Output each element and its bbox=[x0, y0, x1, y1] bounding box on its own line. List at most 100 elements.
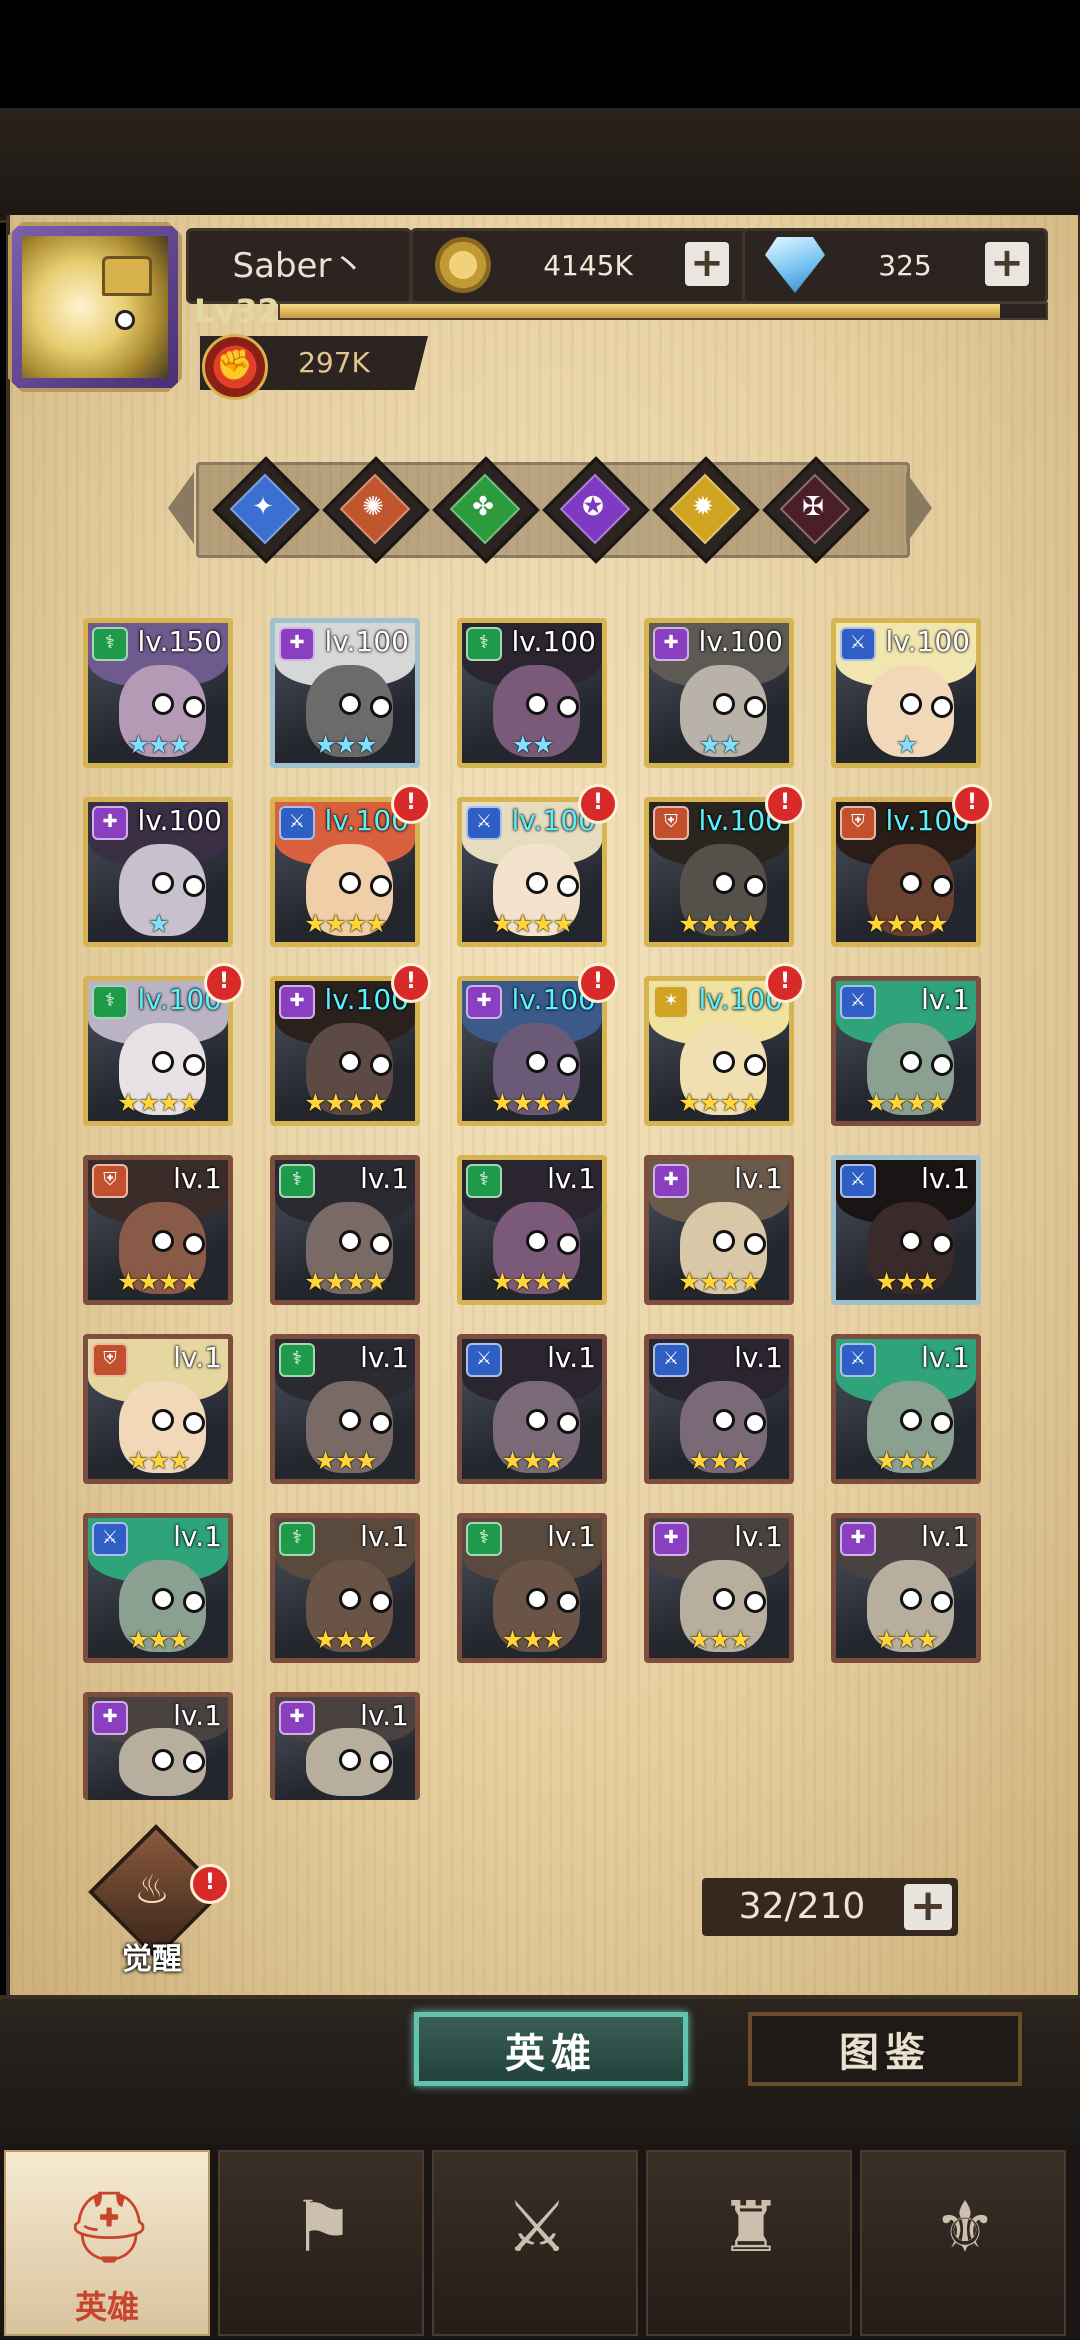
hero-class-icon: ✚ bbox=[653, 1522, 689, 1556]
tab-heroes[interactable]: 英雄 bbox=[414, 2012, 688, 2086]
hero-card[interactable]: ✚ lv.1 ★★★★ bbox=[644, 1155, 794, 1305]
hero-card[interactable]: ✚ lv.1 bbox=[83, 1692, 233, 1800]
hero-class-icon: ✚ bbox=[653, 1164, 689, 1198]
diamond-icon bbox=[765, 237, 825, 293]
ship-wheel-flag-icon: ⚑ bbox=[291, 2186, 355, 2268]
hero-eye bbox=[931, 1590, 954, 1613]
hero-card[interactable]: ✚ lv.1 ★★★ bbox=[644, 1513, 794, 1663]
hero-eye bbox=[557, 874, 580, 897]
nav-battle[interactable]: ⚔ bbox=[432, 2150, 638, 2336]
hero-class-icon: ✚ bbox=[840, 1522, 876, 1556]
hero-class-icon: ✚ bbox=[466, 985, 502, 1019]
expand-capacity-button[interactable]: + bbox=[904, 1884, 952, 1930]
hero-card[interactable]: ⛨ lv.100 ★★★★! bbox=[831, 784, 992, 947]
xp-bar bbox=[278, 302, 1048, 320]
hero-card[interactable]: ⚕ lv.1 ★★★ bbox=[270, 1334, 420, 1484]
hero-level: lv.1 bbox=[734, 1341, 783, 1374]
hero-stars: ★★★★ bbox=[117, 1088, 201, 1117]
hero-card[interactable]: ⛨ lv.1 ★★★★ bbox=[83, 1155, 233, 1305]
nav-adventure[interactable]: ⚑ bbox=[218, 2150, 424, 2336]
hero-class-icon: ⚔ bbox=[840, 1164, 876, 1198]
hero-card[interactable]: ⚕ lv.100 ★★★★! bbox=[83, 963, 244, 1126]
hero-eye bbox=[744, 1411, 767, 1434]
hero-class-icon: ⚕ bbox=[92, 985, 128, 1019]
hero-card[interactable]: ⚔ lv.100 ★ bbox=[831, 618, 981, 768]
add-gold-button[interactable]: + bbox=[685, 242, 729, 286]
hero-card[interactable]: ✚ lv.100 ★★★ bbox=[270, 618, 420, 768]
hero-class-icon: ⛨ bbox=[840, 806, 876, 840]
hero-card[interactable]: ⚔ lv.1 ★★★ bbox=[831, 1334, 981, 1484]
hero-card[interactable]: ⚔ lv.1 ★★★ bbox=[457, 1334, 607, 1484]
hero-stars: ★★★★ bbox=[304, 1088, 388, 1117]
hero-stars: ★ bbox=[147, 909, 170, 938]
hero-stars: ★★★★ bbox=[491, 1267, 575, 1296]
add-diamond-button[interactable]: + bbox=[985, 242, 1029, 286]
handshake-crest-icon: ⚜ bbox=[933, 2186, 997, 2268]
awaken-button[interactable]: ♨ ! 觉醒 bbox=[88, 1824, 230, 1977]
hero-card[interactable]: ⛨ lv.100 ★★★★! bbox=[644, 784, 805, 947]
hero-card[interactable]: ⚕ lv.1 ★★★ bbox=[457, 1513, 607, 1663]
nav-heroes[interactable]: ⛑ 英雄 bbox=[4, 2150, 210, 2336]
hero-capacity-count: 32/210 bbox=[738, 1886, 866, 1927]
hero-card[interactable]: ✚ lv.1 bbox=[270, 1692, 420, 1800]
upgrade-alert-icon: ! bbox=[391, 784, 431, 824]
hero-eye bbox=[557, 1590, 580, 1613]
hero-level: lv.1 bbox=[173, 1520, 222, 1553]
hero-stars: ★★★ bbox=[127, 730, 190, 759]
nav-guild[interactable]: ⚜ bbox=[860, 2150, 1066, 2336]
hero-class-icon: ⚔ bbox=[279, 806, 315, 840]
hero-level: lv.1 bbox=[360, 1162, 409, 1195]
hero-card[interactable]: ⚔ lv.100 ★★★★! bbox=[270, 784, 431, 947]
hero-card[interactable]: ⚕ lv.1 ★★★ bbox=[270, 1513, 420, 1663]
hero-class-icon: ⚕ bbox=[279, 1164, 315, 1198]
tab-codex[interactable]: 图鉴 bbox=[748, 2012, 1022, 2086]
hero-card[interactable]: ⚔ lv.1 ★★★ bbox=[831, 1155, 981, 1305]
nav-tower[interactable]: ♜ bbox=[646, 2150, 852, 2336]
upgrade-alert-icon: ! bbox=[204, 963, 244, 1003]
hero-level: lv.1 bbox=[547, 1162, 596, 1195]
hero-level: lv.100 bbox=[885, 625, 970, 658]
hero-card[interactable]: ✚ lv.100 ★ bbox=[83, 797, 233, 947]
hero-eye bbox=[370, 1750, 393, 1773]
hero-card[interactable]: ⛨ lv.1 ★★★ bbox=[83, 1334, 233, 1484]
hero-level: lv.1 bbox=[921, 1341, 970, 1374]
hero-eye bbox=[183, 1232, 206, 1255]
faction-dark-filter[interactable]: ✠ bbox=[762, 456, 870, 564]
faction-light-filter[interactable]: ✦ bbox=[212, 456, 320, 564]
awaken-label: 觉醒 bbox=[122, 1942, 182, 1977]
hero-card[interactable]: ⚔ lv.1 ★★★★ bbox=[831, 976, 981, 1126]
upgrade-alert-icon: ! bbox=[391, 963, 431, 1003]
hero-eye bbox=[931, 695, 954, 718]
hero-card[interactable]: ✚ lv.1 ★★★ bbox=[831, 1513, 981, 1663]
hero-card[interactable]: ⚕ lv.150 ★★★ bbox=[83, 618, 233, 768]
hero-stars: ★★★ bbox=[314, 1625, 377, 1654]
castle-icon: ♜ bbox=[719, 2186, 783, 2268]
hero-eye bbox=[557, 695, 580, 718]
faction-fire-filter[interactable]: ✺ bbox=[322, 456, 430, 564]
hero-stars: ★★★ bbox=[875, 1446, 938, 1475]
faction-nature-filter[interactable]: ✤ bbox=[432, 456, 540, 564]
faction-holy-filter[interactable]: ✹ bbox=[652, 456, 760, 564]
top-frame bbox=[0, 108, 1080, 223]
hero-stars: ★★ bbox=[511, 730, 555, 759]
hero-card[interactable]: ⚕ lv.1 ★★★★ bbox=[457, 1155, 607, 1305]
hero-card[interactable]: ⚕ lv.1 ★★★★ bbox=[270, 1155, 420, 1305]
faction-holy-icon: ✹ bbox=[692, 492, 714, 522]
hero-card[interactable]: ⚔ lv.1 ★★★ bbox=[644, 1334, 794, 1484]
hero-card[interactable]: ⚔ lv.100 ★★★★! bbox=[457, 784, 618, 947]
hero-eye bbox=[744, 695, 767, 718]
player-avatar[interactable] bbox=[8, 222, 182, 392]
hero-card[interactable]: ✚ lv.100 ★★ bbox=[644, 618, 794, 768]
hero-eye bbox=[183, 874, 206, 897]
faction-arcane-filter[interactable]: ✪ bbox=[542, 456, 650, 564]
hero-card[interactable]: ⚔ lv.1 ★★★ bbox=[83, 1513, 233, 1663]
hero-card[interactable]: ✚ lv.100 ★★★★! bbox=[457, 963, 618, 1126]
hero-eye bbox=[931, 1232, 954, 1255]
hero-card[interactable]: ✚ lv.100 ★★★★! bbox=[270, 963, 431, 1126]
hero-eye bbox=[931, 1053, 954, 1076]
hero-card[interactable]: ✶ lv.100 ★★★★! bbox=[644, 963, 805, 1126]
hero-level: lv.1 bbox=[921, 1162, 970, 1195]
hero-card[interactable]: ⚕ lv.100 ★★ bbox=[457, 618, 607, 768]
hero-class-icon: ⚔ bbox=[466, 806, 502, 840]
hero-class-icon: ⛨ bbox=[92, 1343, 128, 1377]
